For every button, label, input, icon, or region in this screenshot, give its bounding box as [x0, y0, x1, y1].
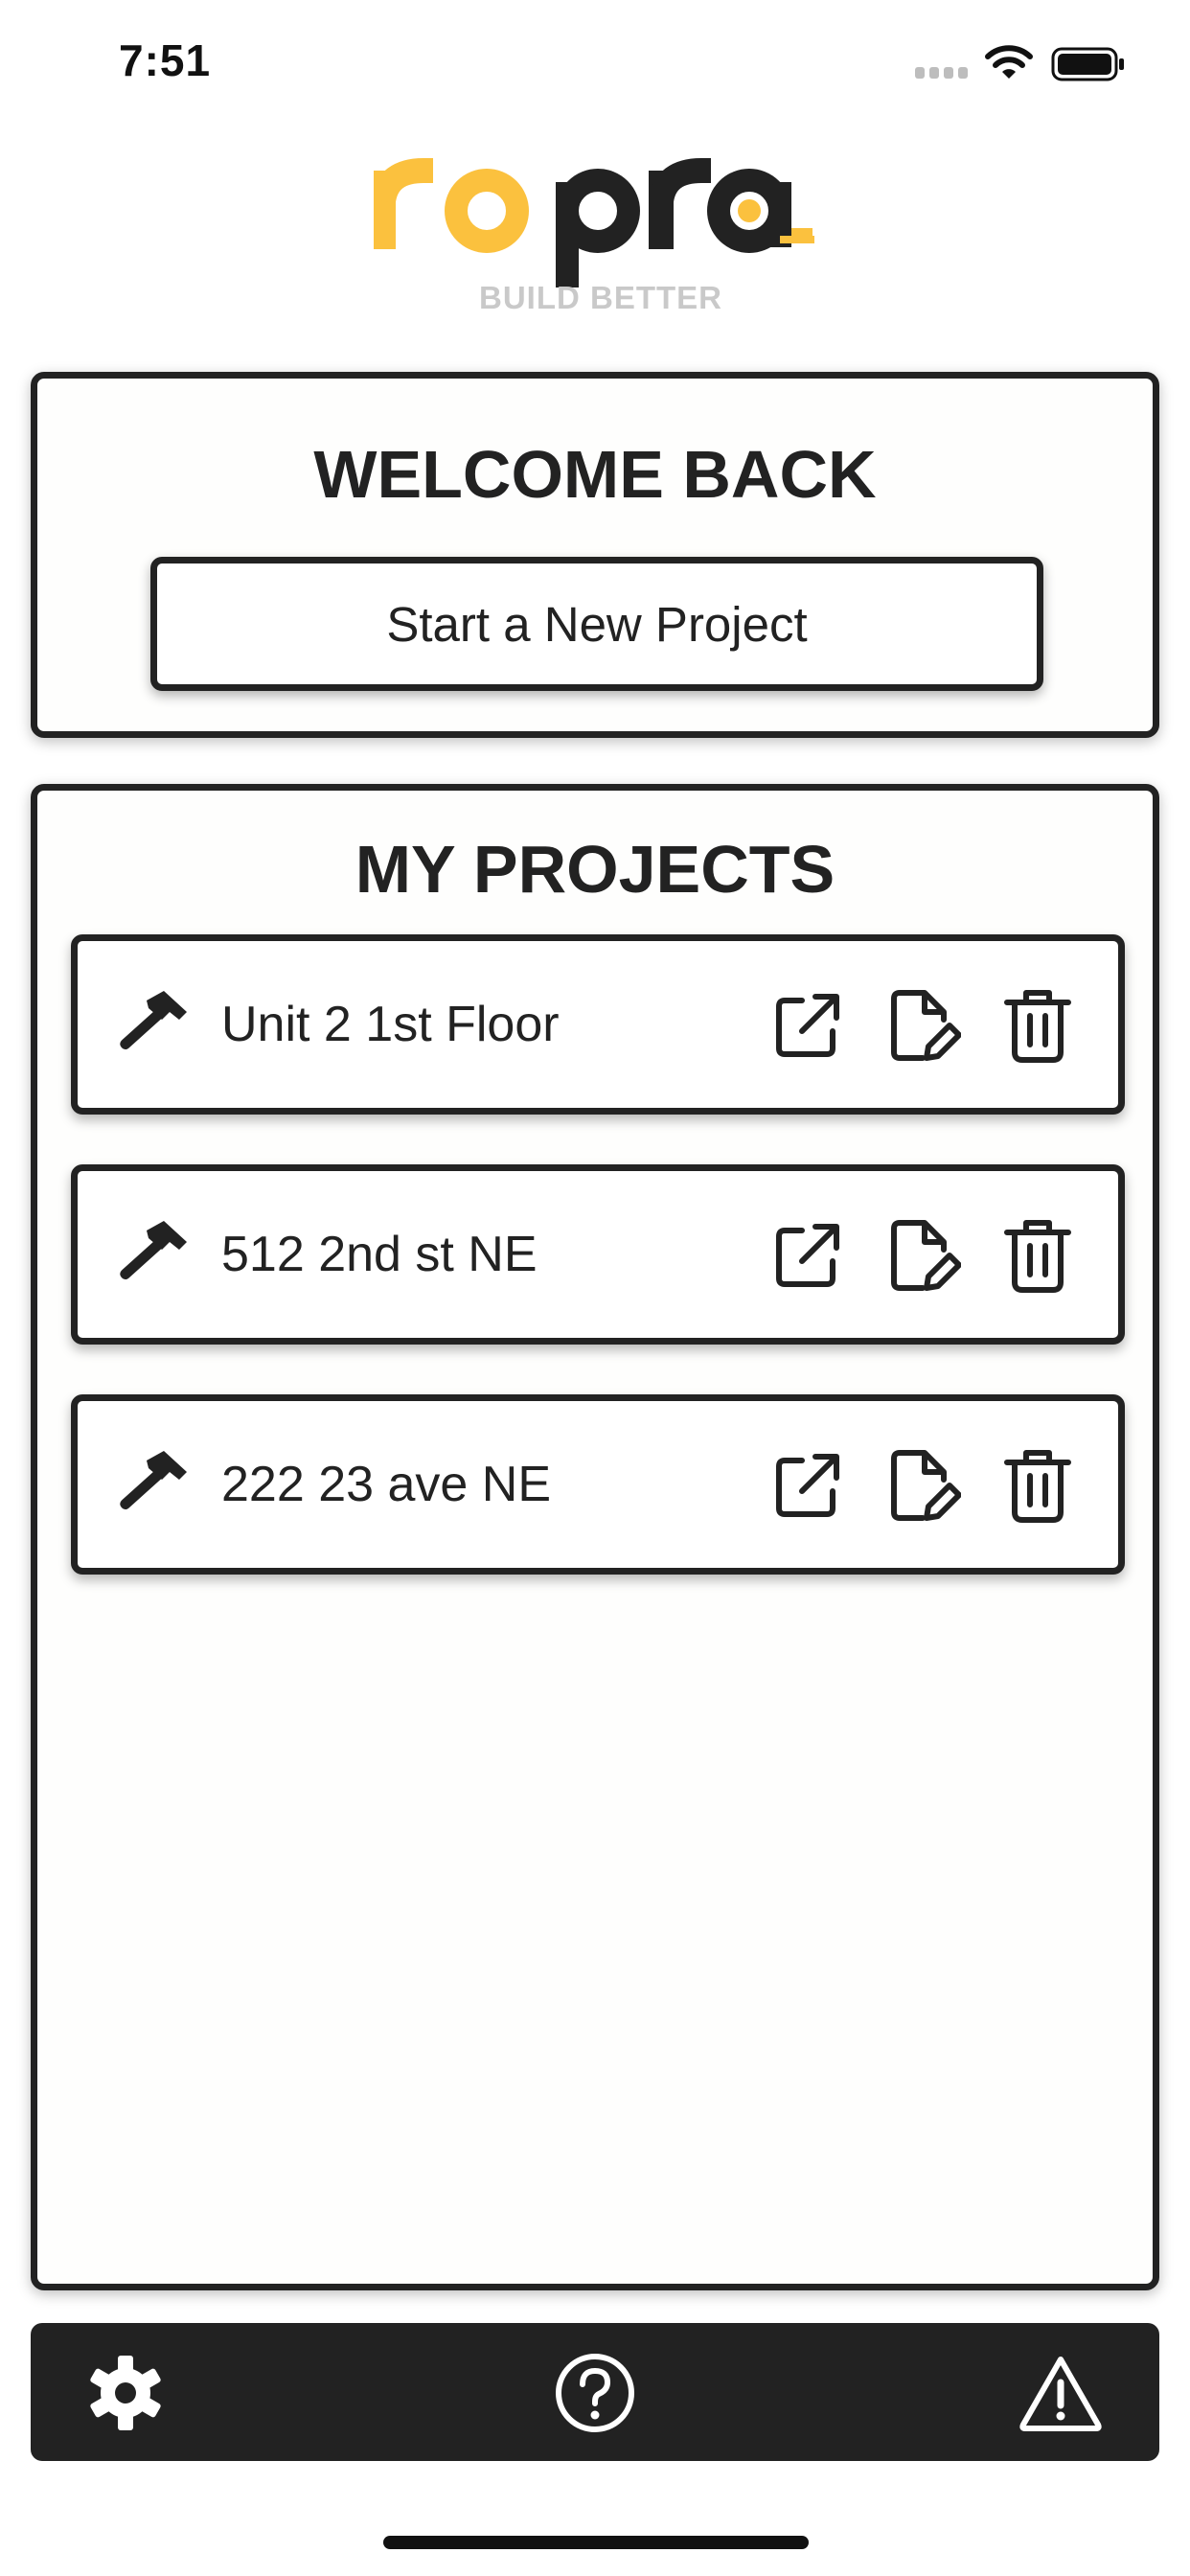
status-bar: 7:51 — [0, 0, 1190, 134]
project-row[interactable]: 222 23 ave NE — [71, 1394, 1125, 1575]
hammer-icon — [120, 1221, 187, 1280]
edit-document-icon[interactable] — [884, 987, 961, 1064]
projects-title: MY PROJECTS — [355, 832, 835, 907]
ropra-logo: BUILD BETTER — [371, 153, 814, 326]
project-name: 512 2nd st NE — [221, 1227, 538, 1282]
open-external-icon[interactable] — [769, 987, 846, 1064]
open-external-icon[interactable] — [769, 1217, 846, 1294]
open-external-icon[interactable] — [769, 1447, 846, 1524]
battery-icon — [1051, 47, 1124, 81]
wifi-icon — [985, 45, 1033, 79]
ropra-wordmark-logo — [371, 158, 814, 288]
edit-document-icon[interactable] — [884, 1447, 961, 1524]
trash-icon[interactable] — [999, 987, 1076, 1064]
home-indicator[interactable] — [383, 2536, 809, 2549]
gear-icon[interactable] — [84, 2352, 167, 2434]
project-row[interactable]: Unit 2 1st Floor — [71, 934, 1125, 1115]
welcome-card: WELCOME BACK Start a New Project — [31, 372, 1159, 738]
cellular-signal-icon — [915, 67, 968, 79]
welcome-title: WELCOME BACK — [313, 437, 877, 512]
my-projects-card: MY PROJECTS Unit 2 1st Floor 512 2nd st … — [31, 784, 1159, 2290]
trash-icon[interactable] — [999, 1217, 1076, 1294]
trash-icon[interactable] — [999, 1447, 1076, 1524]
project-list: Unit 2 1st Floor 512 2nd st NE 222 23 av… — [71, 934, 1125, 1624]
warning-icon[interactable] — [1019, 2352, 1102, 2434]
project-row[interactable]: 512 2nd st NE — [71, 1164, 1125, 1345]
project-name: Unit 2 1st Floor — [221, 997, 560, 1052]
bottom-toolbar — [31, 2323, 1159, 2461]
hammer-icon — [120, 991, 187, 1050]
hammer-icon — [120, 1451, 187, 1510]
start-new-project-button[interactable]: Start a New Project — [150, 557, 1043, 691]
project-name: 222 23 ave NE — [221, 1457, 552, 1512]
edit-document-icon[interactable] — [884, 1217, 961, 1294]
status-time: 7:51 — [119, 35, 212, 85]
help-icon[interactable] — [554, 2352, 636, 2434]
logo-tagline: BUILD BETTER — [479, 280, 722, 315]
